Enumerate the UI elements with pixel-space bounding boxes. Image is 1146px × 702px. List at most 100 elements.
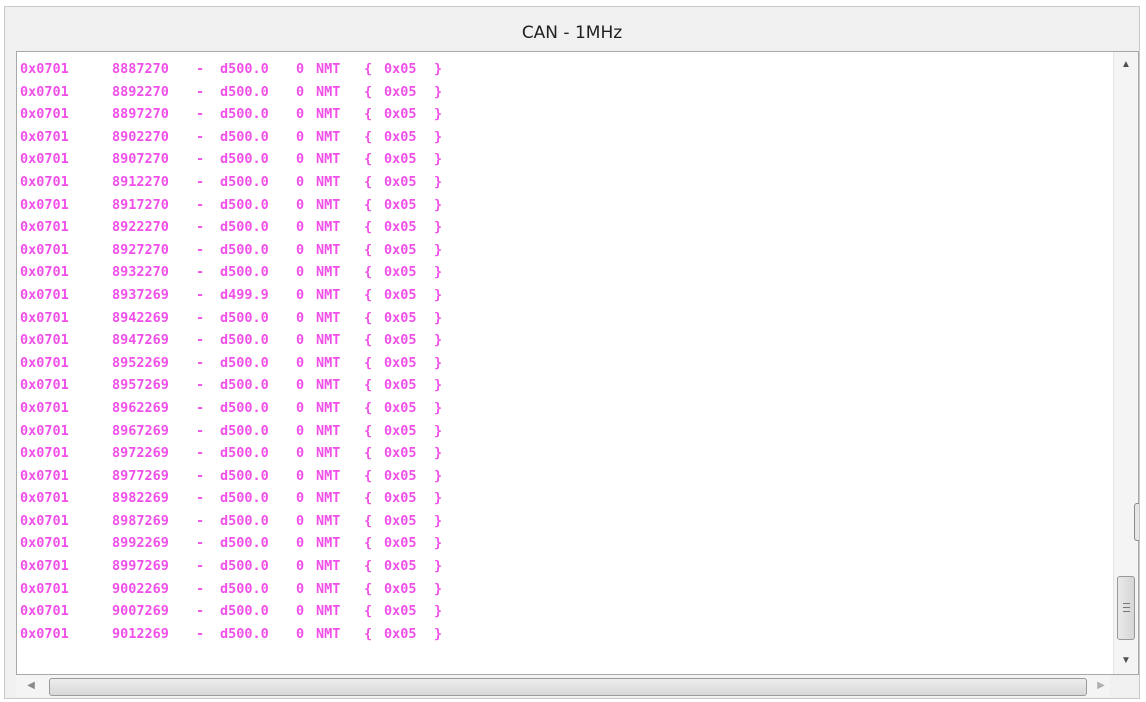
scroll-up-arrow-icon[interactable]: ▲	[1114, 54, 1138, 76]
message-id: 0x0701	[20, 128, 69, 145]
message-close-brace: }	[434, 264, 443, 281]
message-open-brace: {	[364, 354, 373, 371]
message-flag: 0	[296, 61, 305, 77]
message-id: 0x0701	[20, 219, 69, 236]
message-close-brace: }	[434, 173, 443, 190]
message-timestamp: 8957269	[112, 377, 169, 394]
can-log-pane[interactable]: 0x0701 8887270- d500.0 0 NMT{0x05} 0x0701 8892…	[16, 51, 1139, 675]
message-close-brace: }	[434, 106, 443, 123]
message-type: NMT	[316, 196, 341, 213]
message-separator: -	[196, 535, 205, 552]
message-separator: -	[196, 512, 205, 529]
message-close-brace: }	[434, 354, 443, 371]
vertical-scrollbar[interactable]: ▲ ▼	[1113, 52, 1138, 674]
message-id: 0x0701	[20, 151, 69, 168]
window-edge-handle[interactable]	[1134, 503, 1139, 541]
scroll-left-arrow-icon[interactable]: ◀	[20, 675, 42, 697]
message-data: 0x05	[384, 625, 417, 642]
message-id: 0x0701	[20, 467, 69, 484]
log-line: 0x0701 8952269 - d500.0 0 NMT {0x05}	[20, 352, 454, 375]
scroll-down-arrow-icon[interactable]: ▼	[1114, 650, 1138, 672]
message-separator: -	[196, 264, 205, 281]
horizontal-scrollbar[interactable]: ◀ ▶	[16, 675, 1110, 697]
message-separator: -	[196, 332, 205, 349]
message-separator: -	[196, 580, 205, 597]
log-line: 0x0701 8992269 - d500.0 0 NMT {0x05}	[20, 532, 454, 555]
message-id: 0x0701	[20, 264, 69, 281]
scroll-right-arrow-icon[interactable]: ▶	[1090, 675, 1112, 697]
message-separator: -	[196, 377, 205, 394]
message-open-brace: {	[364, 83, 373, 100]
message-open-brace: {	[364, 173, 373, 190]
message-data: 0x05	[384, 354, 417, 371]
message-type: NMT	[316, 241, 341, 258]
message-type: NMT	[316, 603, 341, 620]
message-id: 0x0701	[20, 286, 69, 303]
message-open-brace: {	[364, 603, 373, 620]
vertical-scroll-thumb[interactable]	[1117, 576, 1135, 640]
message-type: NMT	[316, 309, 341, 326]
message-flag: 0	[296, 151, 305, 168]
log-line: 0x0701 8982269 - d500.0 0 NMT {0x05}	[20, 487, 454, 510]
message-delta: d500.0	[220, 603, 269, 620]
message-open-brace: {	[364, 106, 373, 123]
message-id: 0x0701	[20, 535, 69, 552]
message-close-brace: }	[434, 580, 443, 597]
message-timestamp: 8952269	[112, 354, 169, 371]
message-delta: d500.0	[220, 580, 269, 597]
message-flag: 0	[296, 286, 305, 303]
message-open-brace: {	[364, 61, 373, 77]
message-timestamp: 8982269	[112, 490, 169, 507]
horizontal-scroll-thumb[interactable]	[49, 678, 1087, 696]
log-line: 0x0701 8967269 - d500.0 0 NMT {0x05}	[20, 420, 454, 443]
message-data: 0x05	[384, 151, 417, 168]
message-type: NMT	[316, 354, 341, 371]
message-separator: -	[196, 61, 205, 77]
message-separator: -	[196, 128, 205, 145]
message-close-brace: }	[434, 219, 443, 236]
message-separator: -	[196, 106, 205, 123]
message-delta: d500.0	[220, 106, 269, 123]
message-delta: d500.0	[220, 83, 269, 100]
message-type: NMT	[316, 83, 341, 100]
message-open-brace: {	[364, 241, 373, 258]
message-delta: d500.0	[220, 61, 269, 77]
message-data: 0x05	[384, 467, 417, 484]
log-line: 0x0701 8897270 - d500.0 0 NMT {0x05}	[20, 103, 454, 126]
message-type: NMT	[316, 467, 341, 484]
message-data: 0x05	[384, 128, 417, 145]
message-data: 0x05	[384, 286, 417, 303]
message-timestamp: 8927270	[112, 241, 169, 258]
log-line: 0x0701 8987269 - d500.0 0 NMT {0x05}	[20, 510, 454, 533]
log-line: 0x0701 8972269 - d500.0 0 NMT {0x05}	[20, 442, 454, 465]
message-close-brace: }	[434, 151, 443, 168]
message-close-brace: }	[434, 512, 443, 529]
message-flag: 0	[296, 219, 305, 236]
message-separator: -	[196, 354, 205, 371]
message-close-brace: }	[434, 128, 443, 145]
message-delta: d500.0	[220, 241, 269, 258]
message-open-brace: {	[364, 445, 373, 462]
log-line: 0x0701 8977269 - d500.0 0 NMT {0x05}	[20, 465, 454, 488]
message-flag: 0	[296, 580, 305, 597]
message-data: 0x05	[384, 241, 417, 258]
message-delta: d500.0	[220, 309, 269, 326]
message-flag: 0	[296, 445, 305, 462]
message-id: 0x0701	[20, 83, 69, 100]
message-open-brace: {	[364, 422, 373, 439]
can-monitor-window: CAN - 1MHz 0x0701 8887270- d500.0 0 NMT{0x05…	[4, 6, 1140, 699]
message-timestamp: 9002269	[112, 580, 169, 597]
message-timestamp: 8962269	[112, 399, 169, 416]
message-open-brace: {	[364, 286, 373, 303]
message-open-brace: {	[364, 399, 373, 416]
message-id: 0x0701	[20, 422, 69, 439]
message-open-brace: {	[364, 535, 373, 552]
message-type: NMT	[316, 512, 341, 529]
log-line: 0x0701 8887270 - d500.0 0 NMT {0x05}	[20, 58, 454, 81]
message-timestamp: 8977269	[112, 467, 169, 484]
message-timestamp: 9012269	[112, 625, 169, 642]
message-type: NMT	[316, 332, 341, 349]
message-timestamp: 8972269	[112, 445, 169, 462]
message-id: 0x0701	[20, 625, 69, 642]
message-open-brace: {	[364, 332, 373, 349]
